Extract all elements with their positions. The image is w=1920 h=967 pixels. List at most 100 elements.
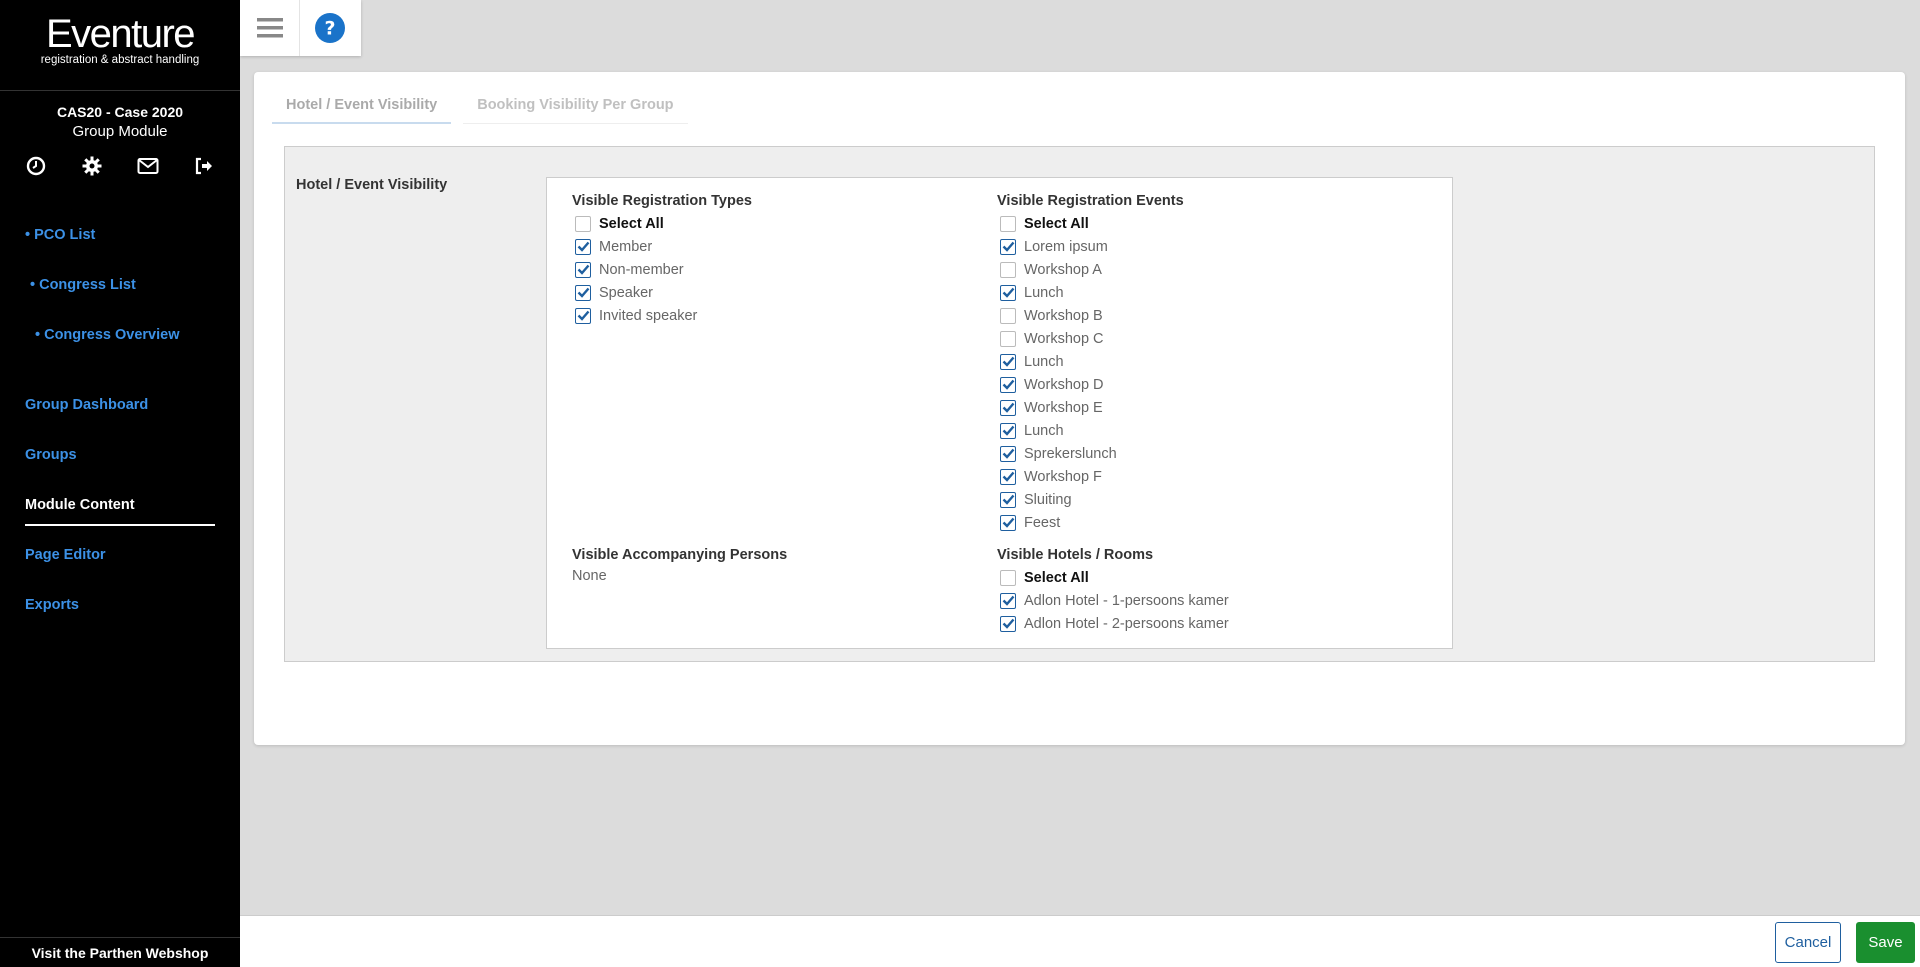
logo[interactable]: Eventure registration & abstract handlin… [0,0,240,91]
checkbox-checked[interactable] [575,307,591,324]
checkbox-checked[interactable] [575,261,591,278]
checkbox-row[interactable]: Workshop C [997,327,1184,350]
checkbox[interactable] [1000,215,1016,232]
tab-hotel-event-visibility[interactable]: Hotel / Event Visibility [272,88,452,124]
module-name: Group Module [72,123,168,140]
checkbox-label: Workshop B [1024,307,1103,324]
checkbox-row[interactable]: Feest [997,511,1184,534]
checkbox-row[interactable]: Invited speaker [572,304,752,327]
checkbox-checked[interactable] [1000,514,1016,531]
checkbox-row[interactable]: Lunch [997,281,1184,304]
registration-types-title: Visible Registration Types [572,193,752,209]
nav-exports[interactable]: Exports [0,596,240,646]
checkbox-checked[interactable] [1000,376,1016,393]
checkbox-label: Invited speaker [599,307,698,324]
sidebar-nav: • PCO List • Congress List • Congress Ov… [0,226,240,646]
content-card: Hotel / Event Visibility Booking Visibil… [254,72,1905,745]
checkbox-label: Speaker [599,284,654,301]
checkbox-label: Lunch [1024,353,1064,370]
select-all-registration-types[interactable]: Select All [572,212,752,235]
checkbox-checked[interactable] [1000,491,1016,508]
checkbox-row[interactable]: Lorem ipsum [997,235,1184,258]
sidebar: Eventure registration & abstract handlin… [0,0,240,967]
checkbox[interactable] [1000,330,1016,347]
hotels-rooms-list: Adlon Hotel - 1-persoons kamer Adlon Hote… [997,589,1229,635]
save-button[interactable]: Save [1856,922,1915,963]
checkbox[interactable] [1000,261,1016,278]
checkbox-row[interactable]: Non-member [572,258,752,281]
checkbox-checked[interactable] [1000,468,1016,485]
tab-bar: Hotel / Event Visibility Booking Visibil… [272,88,688,124]
checkbox-row[interactable]: Workshop E [997,396,1184,419]
hamburger-menu-icon[interactable] [240,0,300,56]
visibility-panel: Hotel / Event Visibility Visible Registr… [284,146,1875,662]
registration-events-title: Visible Registration Events [997,193,1184,209]
checkbox[interactable] [575,215,591,232]
checkbox-row[interactable]: Workshop D [997,373,1184,396]
nav-page-editor[interactable]: Page Editor [0,546,240,596]
checkbox[interactable] [1000,307,1016,324]
top-toolbar: ? [240,0,361,56]
checkbox-label: Workshop A [1024,261,1102,278]
checkbox-row[interactable]: Speaker [572,281,752,304]
checkbox-label: Lunch [1024,422,1064,439]
checkbox-row[interactable]: Workshop A [997,258,1184,281]
hotels-rooms-title: Visible Hotels / Rooms [997,547,1154,563]
checkbox-checked[interactable] [1000,238,1016,255]
checkbox-label: Lorem ipsum [1024,238,1108,255]
checkbox-row[interactable]: Lunch [997,419,1184,442]
active-nav-underline [25,524,215,526]
checkbox-row[interactable]: Member [572,235,752,258]
nav-module-content[interactable]: Module Content [0,496,240,546]
panel-label: Hotel / Event Visibility [296,177,448,193]
checkbox-label: Select All [599,215,664,232]
checkbox-checked[interactable] [1000,615,1016,632]
checkbox-label: Sluiting [1024,491,1072,508]
registration-events-group: Visible Registration Events Select All L… [997,191,1184,534]
checkbox-row[interactable]: Workshop F [997,465,1184,488]
nav-congress-list[interactable]: • Congress List [0,276,240,326]
checkbox-row[interactable]: Lunch [997,350,1184,373]
checkbox-row[interactable]: Adlon Hotel - 1-persoons kamer [997,589,1229,612]
help-icon[interactable]: ? [300,0,360,56]
checkbox-row[interactable]: Sprekerslunch [997,442,1184,465]
checkbox[interactable] [1000,569,1016,586]
registration-events-list: Lorem ipsum Workshop A Lunch Workshop B Work… [997,235,1184,534]
checkbox-row[interactable]: Sluiting [997,488,1184,511]
checkbox-checked[interactable] [1000,592,1016,609]
checkbox-label: Sprekerslunch [1024,445,1117,462]
checkbox-checked[interactable] [1000,284,1016,301]
checkbox-checked[interactable] [1000,422,1016,439]
accompanying-persons-title: Visible Accompanying Persons [572,547,788,563]
checkbox-label: Adlon Hotel - 1-persoons kamer [1024,592,1229,609]
checkbox-row[interactable]: Adlon Hotel - 2-persoons kamer [997,612,1229,635]
checkbox-checked[interactable] [1000,445,1016,462]
checkbox-label: Workshop D [1024,376,1104,393]
clock-icon[interactable] [24,154,48,178]
checkbox-label: Select All [1024,215,1089,232]
logout-icon[interactable] [192,154,216,178]
nav-congress-overview[interactable]: • Congress Overview [0,326,240,376]
nav-group-dashboard[interactable]: Group Dashboard [0,396,240,446]
registration-types-list: Member Non-member Speaker Invited speaker [572,235,752,327]
checkbox-label: Non-member [599,261,684,278]
select-all-registration-events[interactable]: Select All [997,212,1184,235]
cancel-button[interactable]: Cancel [1775,922,1841,963]
checkbox-checked[interactable] [575,284,591,301]
logo-subtitle: registration & abstract handling [40,54,200,66]
select-all-hotels-rooms[interactable]: Select All [997,566,1229,589]
hotels-rooms-group: Visible Hotels / Rooms Select All Adlon … [997,545,1229,635]
nav-groups[interactable]: Groups [0,446,240,496]
accompanying-persons-value: None [572,568,607,584]
checkbox-checked[interactable] [1000,353,1016,370]
envelope-icon[interactable] [136,154,160,178]
gear-icon[interactable] [80,154,104,178]
webshop-link[interactable]: Visit the Parthen Webshop [0,937,240,967]
checkbox-row[interactable]: Workshop B [997,304,1184,327]
tab-booking-visibility-per-group[interactable]: Booking Visibility Per Group [463,88,688,124]
nav-pco-list[interactable]: • PCO List [0,226,240,276]
sidebar-icon-row [24,154,216,178]
checkbox-checked[interactable] [575,238,591,255]
checkbox-label: Select All [1024,569,1089,586]
checkbox-checked[interactable] [1000,399,1016,416]
